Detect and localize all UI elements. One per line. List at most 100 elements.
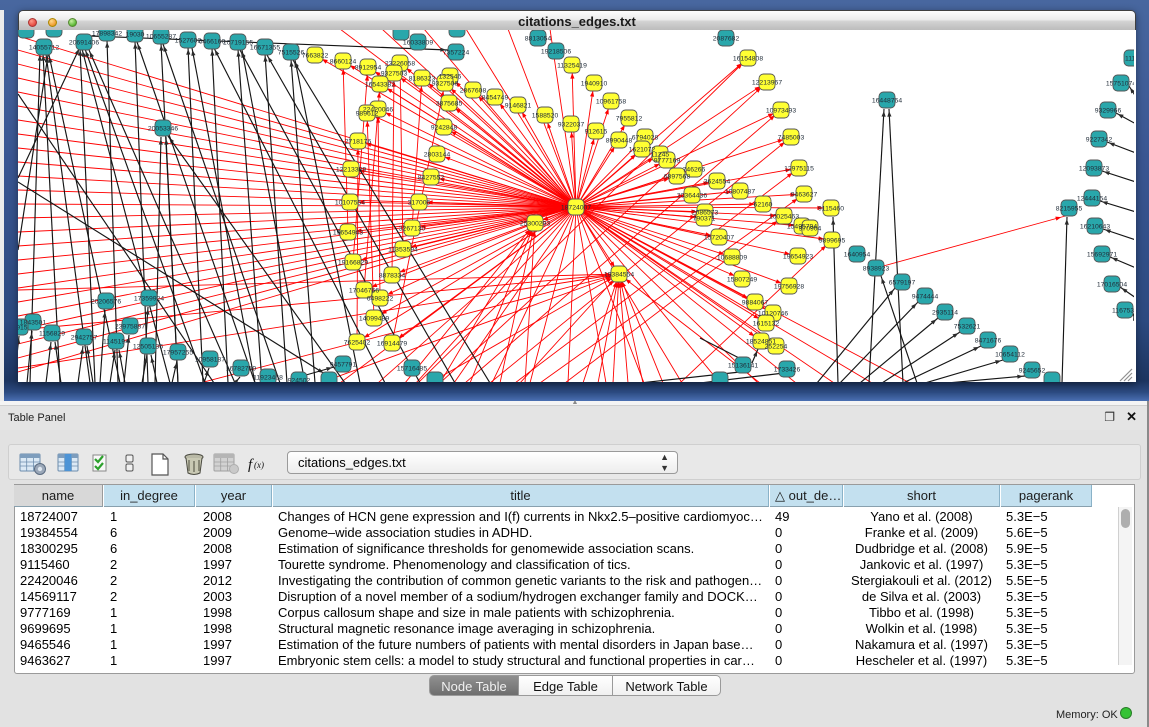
svg-text:2087682: 2087682: [713, 36, 740, 43]
svg-text:317006: 317006: [408, 200, 431, 207]
svg-text:6579197: 6579197: [889, 280, 916, 287]
svg-text:9463627: 9463627: [791, 192, 818, 199]
svg-text:9899695: 9899695: [819, 238, 846, 245]
svg-text:15136141: 15136141: [728, 363, 758, 370]
svg-text:10120746: 10120746: [758, 311, 788, 318]
svg-text:19654923: 19654923: [783, 254, 813, 261]
svg-text:6466160: 6466160: [199, 39, 226, 46]
svg-text:7485003: 7485003: [778, 135, 805, 142]
svg-text:10807487: 10807487: [725, 189, 755, 196]
svg-text:8878334: 8878334: [379, 273, 406, 280]
svg-text:23226058: 23226058: [385, 61, 415, 68]
svg-text:16782759: 16782759: [226, 366, 256, 373]
svg-text:2935114: 2935114: [932, 310, 958, 317]
svg-text:16154808: 16154808: [733, 56, 763, 63]
svg-text:3267130: 3267130: [399, 226, 426, 233]
svg-text:62160: 62160: [754, 202, 773, 209]
svg-text:23975887: 23975887: [115, 324, 145, 331]
svg-text:16210643: 16210643: [1080, 224, 1110, 231]
svg-text:10973493: 10973493: [766, 108, 796, 115]
svg-text:10719155: 10719155: [223, 40, 253, 47]
svg-text:7663822: 7663822: [302, 53, 329, 60]
svg-text:19384554: 19384554: [604, 272, 634, 279]
svg-text:12975115: 12975115: [784, 166, 814, 173]
svg-text:8454749: 8454749: [482, 95, 509, 102]
svg-text:746266: 746266: [683, 167, 706, 174]
svg-text:1940910: 1940910: [581, 81, 608, 88]
svg-text:8471676: 8471676: [975, 338, 1002, 345]
svg-text:15807249: 15807249: [727, 277, 757, 284]
svg-text:8215955: 8215955: [1056, 206, 1083, 213]
svg-text:12213967: 12213967: [752, 80, 782, 87]
svg-text:6897568: 6897568: [664, 174, 691, 181]
svg-text:1156829: 1156829: [39, 331, 65, 338]
svg-text:7532621: 7532621: [954, 324, 981, 331]
svg-text:1733426: 1733426: [774, 367, 801, 374]
svg-text:10655287: 10655287: [146, 34, 176, 41]
svg-text:9457791: 9457791: [330, 362, 357, 369]
svg-text:6794028: 6794028: [632, 135, 659, 142]
svg-text:8990448: 8990448: [606, 138, 633, 145]
svg-text:9245652: 9245652: [1019, 368, 1046, 375]
svg-text:19166829: 19166829: [338, 260, 368, 267]
svg-text:8660124: 8660124: [330, 59, 357, 66]
svg-text:9227342: 9227342: [1086, 137, 1113, 144]
svg-text:20364436: 20364436: [677, 193, 707, 200]
svg-text:11325419: 11325419: [557, 63, 587, 70]
svg-text:1112: 1112: [1125, 56, 1134, 63]
svg-text:(x): (x): [254, 460, 264, 470]
svg-text:924502: 924502: [288, 378, 311, 383]
svg-text:9146821: 9146821: [505, 103, 532, 110]
svg-text:8912954: 8912954: [355, 65, 382, 72]
svg-text:1145194: 1145194: [103, 339, 129, 346]
svg-text:6498222: 6498222: [367, 296, 394, 303]
svg-text:10654112: 10654112: [995, 352, 1025, 359]
svg-text:2867608: 2867608: [460, 88, 487, 95]
svg-text:12213389: 12213389: [336, 167, 366, 174]
svg-text:2718176: 2718176: [345, 139, 372, 146]
svg-text:252254: 252254: [765, 344, 788, 351]
svg-text:7357224: 7357224: [443, 50, 470, 57]
svg-text:3624554: 3624554: [704, 179, 731, 186]
svg-text:17898342: 17898342: [92, 31, 122, 38]
svg-text:1167533: 1167533: [1112, 308, 1134, 315]
svg-text:1527602: 1527602: [175, 38, 202, 45]
svg-text:10961758: 10961758: [596, 99, 626, 106]
svg-text:9115460: 9115460: [818, 206, 844, 213]
svg-text:7625402: 7625402: [344, 340, 371, 347]
svg-text:18724007: 18724007: [561, 205, 591, 212]
svg-text:790371: 790371: [693, 216, 716, 223]
svg-text:9327503: 9327503: [381, 71, 408, 78]
svg-text:9884067: 9884067: [742, 300, 769, 307]
svg-text:20691406: 20691406: [69, 40, 99, 47]
svg-text:12444154: 12444154: [1077, 196, 1107, 203]
svg-text:16543382: 16543382: [365, 82, 395, 89]
svg-text:10025463: 10025463: [769, 214, 799, 221]
svg-text:17046766: 17046766: [349, 288, 379, 295]
svg-text:11923468: 11923468: [253, 375, 283, 382]
svg-text:3875685: 3875685: [436, 101, 463, 108]
svg-text:9777169: 9777169: [654, 158, 681, 165]
svg-text:8938923: 8938923: [863, 266, 890, 273]
svg-text:15692971: 15692971: [1087, 252, 1117, 259]
svg-text:19756928: 19756928: [774, 284, 804, 291]
svg-text:1640954: 1640954: [844, 252, 871, 259]
svg-text:8813054: 8813054: [525, 36, 552, 43]
svg-text:17016504: 17016504: [1097, 282, 1127, 289]
svg-text:989612: 989612: [356, 111, 379, 118]
svg-text:20206576: 20206576: [91, 299, 121, 306]
svg-text:9322037: 9322037: [558, 122, 585, 129]
svg-text:9242848: 9242848: [431, 125, 458, 132]
svg-text:12505135: 12505135: [133, 344, 163, 351]
svg-text:17957255: 17957255: [163, 350, 193, 357]
svg-text:25300293: 25300293: [520, 221, 550, 228]
svg-text:14099489: 14099489: [359, 316, 389, 323]
svg-text:9327508: 9327508: [432, 81, 459, 88]
svg-text:15720407: 15720407: [704, 235, 734, 242]
svg-text:8427552: 8427552: [418, 175, 445, 182]
svg-text:20053346: 20053346: [148, 126, 178, 133]
svg-text:1588520: 1588520: [532, 113, 559, 120]
svg-text:16671355: 16671355: [250, 45, 280, 52]
svg-text:7955812: 7955812: [616, 116, 643, 123]
svg-text:132546: 132546: [439, 74, 462, 81]
